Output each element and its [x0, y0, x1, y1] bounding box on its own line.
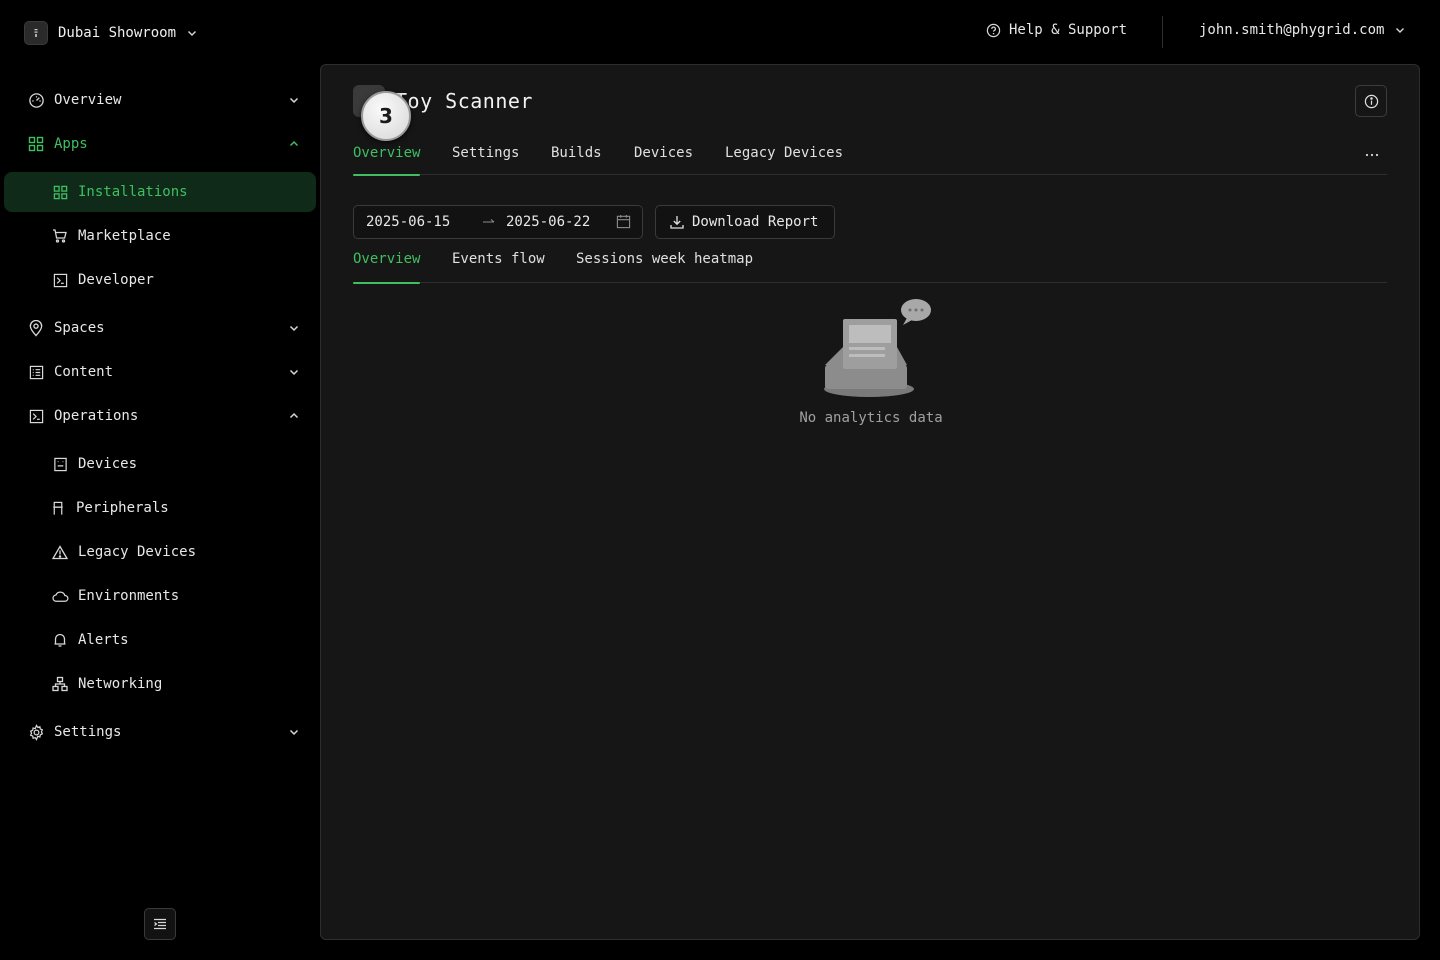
app-tabs: Overview Settings Builds Devices Legacy … [353, 133, 1387, 176]
sidebar-item-label: Legacy Devices [78, 544, 197, 560]
sidebar-item-label: Peripherals [76, 500, 169, 516]
main-panel: Toy Scanner 3 Overview Settings Builds D… [320, 64, 1420, 940]
peripheral-icon [49, 499, 67, 517]
gear-icon [27, 723, 45, 741]
sidebar-item-label: Operations [54, 408, 139, 424]
sidebar-item-spaces[interactable]: Spaces [4, 308, 316, 348]
sidebar-item-operations[interactable]: Operations [4, 396, 316, 436]
end-date-input[interactable]: 2025-06-22 [506, 214, 590, 230]
chevron-up-icon [288, 410, 300, 422]
download-report-label: Download Report [692, 214, 819, 230]
sidebar-item-alerts[interactable]: Alerts [4, 620, 316, 660]
sidebar-item-legacy-devices[interactable]: Legacy Devices [4, 532, 316, 572]
info-button[interactable] [1355, 85, 1387, 117]
sidebar-item-installations[interactable]: Installations [4, 172, 316, 212]
empty-state-illustration [793, 297, 949, 407]
sidebar-item-networking[interactable]: Networking [4, 664, 316, 704]
chevron-down-icon [288, 322, 300, 334]
warning-icon [51, 543, 69, 561]
tab-settings[interactable]: Settings [452, 145, 519, 175]
sidebar-item-content[interactable]: Content [4, 352, 316, 392]
sidebar-item-label: Spaces [54, 320, 105, 336]
sidebar-item-label: Devices [78, 456, 138, 472]
sidebar-item-apps[interactable]: Apps [4, 124, 316, 164]
top-bar: Dubai Showroom Help & Support john.smith… [0, 0, 1440, 64]
grid-icon [27, 135, 45, 153]
subtab-events-flow[interactable]: Events flow [452, 251, 545, 283]
sidebar-item-developer[interactable]: Developer [4, 260, 316, 300]
tab-devices[interactable]: Devices [634, 145, 693, 175]
sidebar-item-label: Overview [54, 92, 122, 108]
chevron-up-icon [288, 138, 300, 150]
subtab-sessions-week-heatmap[interactable]: Sessions week heatmap [576, 251, 753, 283]
sidebar-item-label: Apps [54, 136, 88, 152]
device-icon [51, 455, 69, 473]
chevron-down-icon [186, 27, 198, 39]
terminal-icon [51, 271, 69, 289]
help-support-button[interactable]: Help & Support [986, 22, 1127, 38]
sidebar: Overview Apps Installations Marketplace … [0, 64, 320, 960]
subtab-overview[interactable]: Overview [353, 251, 421, 284]
page-title: Toy Scanner [395, 89, 533, 113]
user-email: john.smith@phygrid.com [1199, 22, 1385, 38]
sidebar-item-marketplace[interactable]: Marketplace [4, 216, 316, 256]
cart-icon [51, 227, 69, 245]
info-icon [1364, 94, 1379, 109]
top-divider [1162, 16, 1163, 48]
cloud-icon [51, 587, 69, 605]
tab-legacy-devices[interactable]: Legacy Devices [725, 145, 843, 175]
empty-state-message: No analytics data [799, 410, 943, 426]
location-pin-icon [27, 319, 45, 337]
sidebar-item-label: Developer [78, 272, 154, 288]
arrow-right-icon [482, 214, 496, 230]
user-menu[interactable]: john.smith@phygrid.com [1199, 22, 1406, 38]
help-support-label: Help & Support [1009, 22, 1128, 38]
sidebar-item-environments[interactable]: Environments [4, 576, 316, 616]
more-tabs-button[interactable] [1364, 149, 1380, 161]
collapse-menu-icon [153, 918, 167, 930]
org-name: Dubai Showroom [58, 25, 177, 41]
collapse-sidebar-button[interactable] [144, 908, 176, 940]
list-icon [27, 363, 45, 381]
terminal-icon [27, 407, 45, 425]
sidebar-item-settings[interactable]: Settings [4, 712, 316, 752]
ellipsis-icon [1365, 153, 1379, 157]
help-circle-icon [986, 23, 1001, 38]
sidebar-item-label: Installations [78, 184, 188, 200]
grid-icon [51, 183, 69, 201]
sidebar-item-overview[interactable]: Overview [4, 80, 316, 120]
date-range-picker[interactable]: 2025-06-15 2025-06-22 [353, 205, 643, 239]
bell-icon [51, 631, 69, 649]
sidebar-item-label: Networking [78, 676, 163, 692]
download-report-button[interactable]: Download Report [655, 205, 835, 239]
sidebar-item-peripherals[interactable]: Peripherals [4, 488, 316, 528]
chevron-down-icon [288, 366, 300, 378]
chevron-down-icon [1394, 24, 1406, 36]
download-icon [670, 215, 684, 229]
sidebar-item-devices[interactable]: Devices [4, 444, 316, 484]
org-logo-icon [24, 21, 48, 45]
sidebar-item-label: Marketplace [78, 228, 171, 244]
tab-builds[interactable]: Builds [551, 145, 602, 175]
network-icon [51, 675, 69, 693]
sidebar-item-label: Settings [54, 724, 122, 740]
calendar-icon [616, 214, 632, 230]
org-switcher[interactable]: Dubai Showroom [24, 20, 198, 46]
gauge-icon [27, 91, 45, 109]
sidebar-item-label: Alerts [78, 632, 129, 648]
sidebar-item-label: Environments [78, 588, 180, 604]
sidebar-item-label: Content [54, 364, 114, 380]
tab-overview[interactable]: Overview [353, 145, 421, 176]
start-date-input[interactable]: 2025-06-15 [366, 214, 450, 230]
chevron-down-icon [288, 94, 300, 106]
analytics-tabs: Overview Events flow Sessions week heatm… [353, 241, 1387, 284]
chevron-down-icon [288, 726, 300, 738]
